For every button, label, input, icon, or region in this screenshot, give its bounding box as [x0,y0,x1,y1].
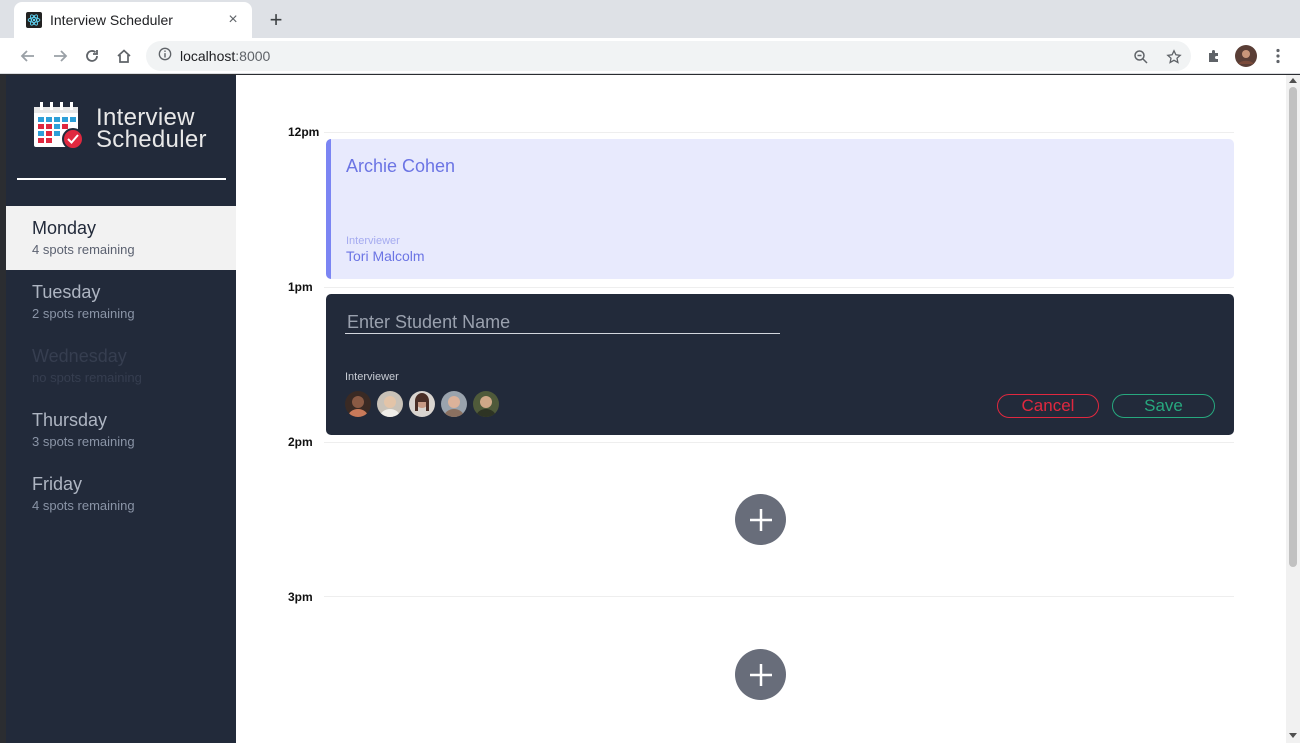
browser-menu-icon[interactable] [1264,42,1292,70]
scroll-up-arrow-icon[interactable] [1289,78,1297,83]
day-spots: 4 spots remaining [32,498,135,513]
plus-icon [749,663,772,686]
interviewer-name: Tori Malcolm [346,248,425,264]
site-info-icon[interactable] [158,47,172,66]
cancel-button[interactable]: Cancel [997,394,1099,418]
react-icon [26,12,42,28]
sidebar: Interview Scheduler Monday 4 spots remai… [6,75,236,743]
day-name: Wednesday [32,346,127,366]
app-title-line2: Scheduler [96,125,207,153]
browser-tab[interactable]: Interview Scheduler × [14,2,252,38]
day-name: Friday [32,474,83,494]
schedule: 12pm Archie Cohen Interviewer Tori Malco… [236,75,1286,743]
time-label-12pm: 12pm [288,125,320,139]
scroll-down-arrow-icon[interactable] [1289,733,1297,738]
home-icon[interactable] [110,42,138,70]
bookmark-star-icon[interactable] [1162,45,1186,69]
interviewer-avatar[interactable] [345,391,371,417]
interviewer-avatar[interactable] [409,391,435,417]
interviewer-list [345,391,499,417]
plus-icon [749,508,772,531]
save-button[interactable]: Save [1112,394,1215,418]
time-label-1pm: 1pm [288,280,313,294]
tab-title: Interview Scheduler [50,12,173,28]
profile-avatar[interactable] [1232,42,1260,70]
tab-close-icon[interactable]: × [224,11,242,29]
day-spots: 3 spots remaining [32,434,135,449]
interviewer-caption: Interviewer [345,371,399,383]
url-text: localhost:8000 [180,48,270,64]
day-spots: no spots remaining [32,370,142,385]
new-tab-button[interactable]: + [262,6,290,34]
browser-tab-strip: Interview Scheduler × + [0,0,1300,38]
forward-arrow-icon[interactable] [46,42,74,70]
zoom-icon[interactable] [1129,45,1153,69]
interviewer-caption: Interviewer [346,235,400,247]
student-name-input[interactable] [345,312,780,334]
day-item-tuesday[interactable]: Tuesday 2 spots remaining [6,270,236,334]
day-item-wednesday[interactable]: Wednesday no spots remaining [6,334,236,398]
time-divider [324,132,1234,133]
time-divider [324,596,1234,597]
student-name: Archie Cohen [346,156,456,176]
url-host: localhost [180,48,236,64]
interviewer-avatar[interactable] [473,391,499,417]
app-title: Interview Scheduler [96,105,207,153]
page-viewport: Interview Scheduler Monday 4 spots remai… [6,75,1286,743]
address-bar[interactable]: localhost:8000 [146,41,1191,71]
scrollbar-thumb[interactable] [1289,87,1297,567]
url-port: :8000 [235,48,271,64]
day-spots: 2 spots remaining [32,306,135,321]
day-spots: 4 spots remaining [32,242,135,257]
interviewer-avatar[interactable] [441,391,467,417]
day-name: Thursday [32,410,108,430]
appointment-booked[interactable]: Archie Cohen Interviewer Tori Malcolm [326,139,1234,279]
day-item-monday[interactable]: Monday 4 spots remaining [6,206,236,270]
add-appointment-button[interactable] [735,649,786,700]
day-name: Monday [32,218,97,238]
sidebar-divider [17,178,226,180]
day-item-thursday[interactable]: Thursday 3 spots remaining [6,398,236,462]
time-label-3pm: 3pm [288,590,313,604]
time-divider [324,442,1234,443]
back-arrow-icon[interactable] [14,42,42,70]
browser-toolbar: localhost:8000 [0,38,1300,74]
reload-icon[interactable] [78,42,106,70]
add-appointment-button[interactable] [735,494,786,545]
appointment-form: Interviewer Cancel Save [326,294,1234,435]
interviewer-avatar[interactable] [377,391,403,417]
calendar-logo-icon [32,101,86,156]
time-label-2pm: 2pm [288,435,313,449]
page-scrollbar[interactable] [1286,75,1300,743]
time-divider [324,287,1234,288]
day-item-friday[interactable]: Friday 4 spots remaining [6,462,236,526]
app-brand: Interview Scheduler [32,101,207,156]
extensions-puzzle-icon[interactable] [1200,42,1228,70]
day-name: Tuesday [32,282,101,302]
